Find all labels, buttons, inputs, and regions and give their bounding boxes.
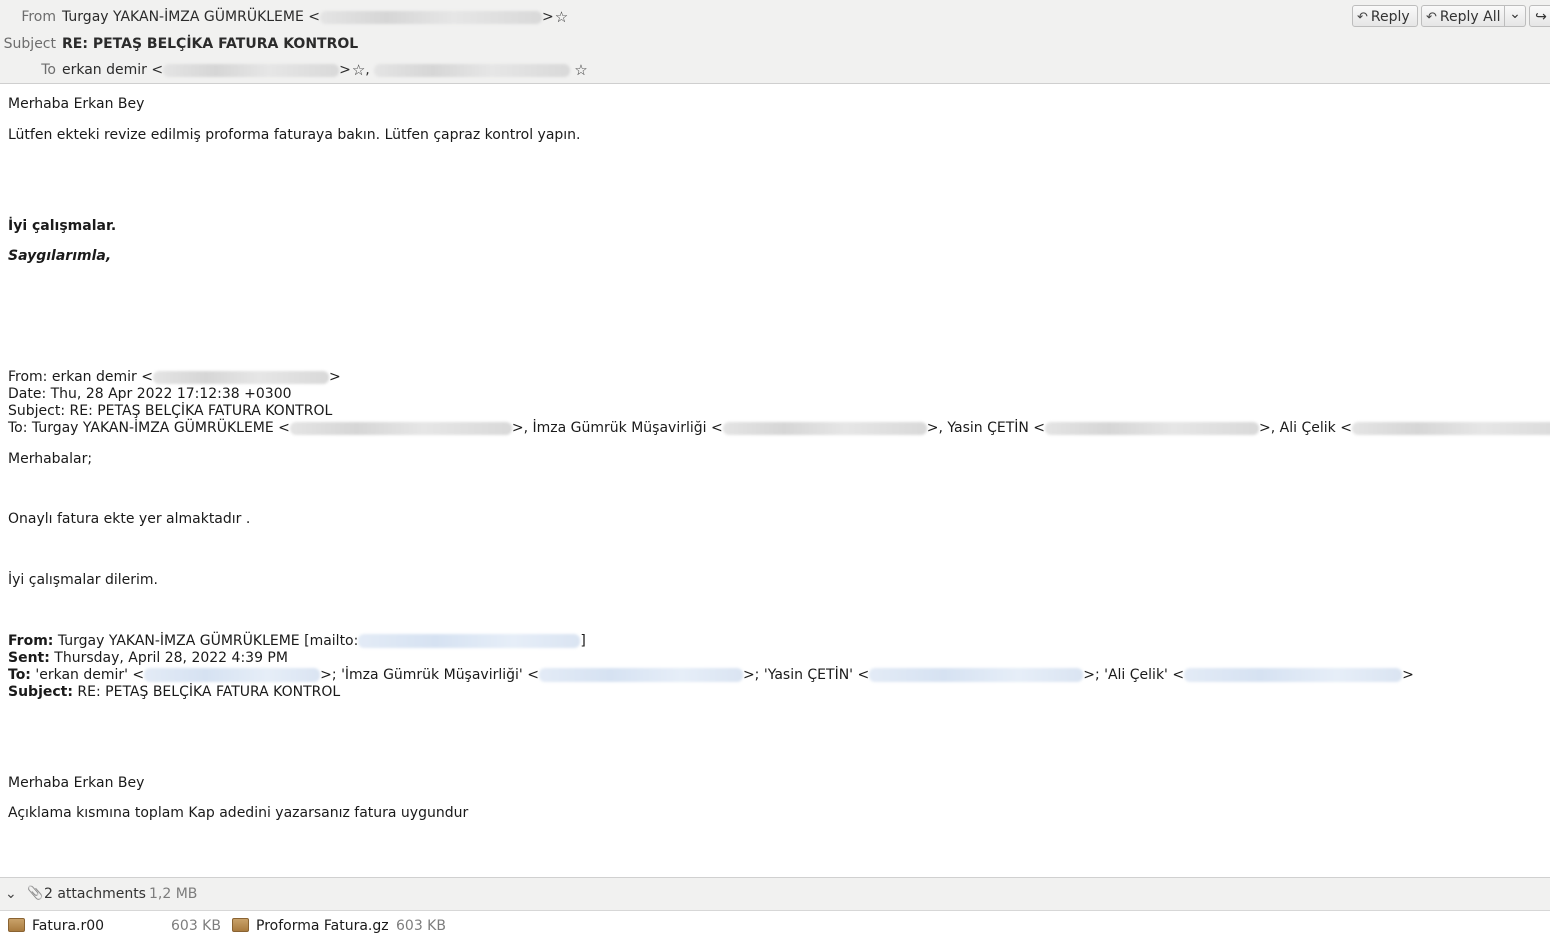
quote2-greeting: Merhaba Erkan Bey	[8, 775, 145, 791]
quote2-from-label: From:	[8, 633, 54, 649]
from-label: From	[21, 9, 56, 25]
signature-line: Saygılarımla,	[8, 248, 112, 264]
redacted-email-link[interactable]	[869, 668, 1084, 682]
quote2-sent-label: Sent:	[8, 650, 50, 666]
attachments-bar[interactable]: ⌄ 📎 2 attachments 1,2 MB	[0, 877, 1550, 911]
message-header: From Turgay YAKAN-İMZA GÜMRÜKLEME < >☆ Sub…	[0, 0, 1550, 84]
quote-to-line: To: Turgay YAKAN-İMZA GÜMRÜKLEME < >, İmz…	[8, 420, 1550, 437]
archive-icon	[232, 918, 249, 932]
redacted-email	[163, 63, 340, 77]
redacted-email	[1351, 421, 1550, 435]
quote-to-text: >, Yasin ÇETİN <	[926, 420, 1046, 436]
redacted-email	[722, 421, 927, 435]
quote-to-text: >, İmza Gümrük Müşavirliği <	[511, 420, 723, 436]
quote-from-close: >	[328, 369, 341, 385]
chevron-down-icon[interactable]: ⌄	[5, 878, 17, 910]
quote2-subject-line: Subject: RE: PETAŞ BELÇİKA FATURA KONTRO…	[8, 684, 340, 701]
star-icon[interactable]: ☆	[574, 62, 587, 78]
chevron-down-icon[interactable]: ⌄	[1504, 6, 1525, 26]
to-label: To	[41, 62, 56, 78]
reply-button[interactable]: ↶ Reply	[1352, 5, 1418, 27]
quote-date-line: Date: Thu, 28 Apr 2022 17:12:38 +0300	[8, 386, 292, 402]
redacted-mailto-link[interactable]	[358, 634, 581, 648]
quote2-body: Açıklama kısmına toplam Kap adedini yaza…	[8, 805, 469, 821]
redacted-email-link[interactable]	[1184, 668, 1403, 682]
to-row: To erkan demir < >☆, ☆	[0, 58, 587, 82]
reply-all-label: Reply All	[1439, 9, 1501, 25]
quote2-to-text: >; 'Ali Çelik' <	[1083, 667, 1185, 683]
to-close: >	[339, 62, 351, 78]
quote-body: Onaylı fatura ekte yer almaktadır .	[8, 511, 251, 527]
quote2-to-text: 'erkan demir' <	[30, 667, 145, 683]
attachment-list: Fatura.r00 603 KB Proforma Fatura.gz 603…	[0, 910, 1550, 944]
redacted-email	[1045, 421, 1260, 435]
archive-icon	[8, 918, 25, 932]
closing-line: İyi çalışmalar.	[8, 218, 117, 234]
quote-to-text: To: Turgay YAKAN-İMZA GÜMRÜKLEME <	[8, 420, 290, 436]
quote-from-line: From: erkan demir < >	[8, 369, 341, 386]
redacted-email	[320, 10, 542, 24]
reply-all-button[interactable]: ↶ Reply All ⌄	[1421, 5, 1526, 27]
star-icon[interactable]: ☆	[555, 9, 568, 25]
reply-arrow-icon: ↶	[1357, 10, 1368, 25]
quote2-to-line: To: 'erkan demir' < >; 'İmza Gümrük Müşav…	[8, 667, 1414, 684]
from-sender[interactable]: Turgay YAKAN-İMZA GÜMRÜKLEME <	[62, 9, 320, 25]
quote2-from-close: ]	[580, 633, 586, 649]
quote2-subject-value: RE: PETAŞ BELÇİKA FATURA KONTROL	[72, 684, 341, 700]
attachments-count[interactable]: 2 attachments	[44, 878, 146, 910]
quote2-sent-value: Thursday, April 28, 2022 4:39 PM	[49, 650, 288, 666]
subject-row: Subject RE: PETAŞ BELÇİKA FATURA KONTROL	[0, 32, 359, 56]
quote2-to-text: >	[1402, 667, 1414, 683]
attachment-name[interactable]: Proforma Fatura.gz	[256, 918, 389, 934]
quote2-from-value: Turgay YAKAN-İMZA GÜMRÜKLEME [mailto:	[53, 633, 359, 649]
reply-all-arrow-icon: ↶	[1426, 10, 1437, 25]
redacted-email-link[interactable]	[144, 668, 321, 682]
attachment-size: 603 KB	[396, 918, 446, 934]
quote-greeting: Merhabalar;	[8, 451, 93, 467]
to-separator: ,	[365, 62, 370, 78]
quote2-to-text: >; 'Yasin ÇETİN' <	[742, 667, 870, 683]
greeting: Merhaba Erkan Bey	[8, 96, 145, 112]
subject-label: Subject	[3, 36, 56, 52]
redacted-email	[289, 421, 512, 435]
forward-arrow-icon: ↪	[1535, 9, 1547, 25]
quote-to-text: >, Ali Çelik <	[1259, 420, 1352, 436]
to-recipient[interactable]: erkan demir <	[62, 62, 163, 78]
quote-subject-line: Subject: RE: PETAŞ BELÇİKA FATURA KONTRO…	[8, 403, 333, 419]
quote2-from-line: From: Turgay YAKAN-İMZA GÜMRÜKLEME [mail…	[8, 633, 586, 650]
star-icon[interactable]: ☆	[352, 62, 365, 78]
subject-value: RE: PETAŞ BELÇİKA FATURA KONTROL	[62, 36, 359, 52]
redacted-email[interactable]	[374, 63, 571, 77]
redacted-email-link[interactable]	[538, 668, 743, 682]
quote2-to-text: >; 'İmza Gümrük Müşavirliği' <	[320, 667, 539, 683]
redacted-email	[152, 370, 329, 384]
attachment-name[interactable]: Fatura.r00	[32, 918, 104, 934]
quote2-subject-label: Subject:	[8, 684, 73, 700]
attachment-size: 603 KB	[171, 918, 221, 934]
attachment-item[interactable]: Fatura.r00	[8, 910, 104, 942]
from-close: >	[542, 9, 554, 25]
paperclip-icon: 📎	[27, 886, 44, 901]
attachment-item[interactable]: Proforma Fatura.gz	[232, 910, 389, 942]
quote-closing: İyi çalışmalar dilerim.	[8, 572, 159, 588]
forward-button[interactable]: ↪	[1529, 5, 1550, 27]
quote-from-text: From: erkan demir <	[8, 369, 153, 385]
body-line: Lütfen ekteki revize edilmiş proforma fa…	[8, 127, 581, 143]
quote2-to-label: To:	[8, 667, 31, 683]
reply-label: Reply	[1370, 9, 1410, 25]
from-row: From Turgay YAKAN-İMZA GÜMRÜKLEME < >☆	[0, 5, 568, 29]
attachments-total-size: 1,2 MB	[149, 886, 198, 902]
quote2-sent-line: Sent: Thursday, April 28, 2022 4:39 PM	[8, 650, 288, 667]
